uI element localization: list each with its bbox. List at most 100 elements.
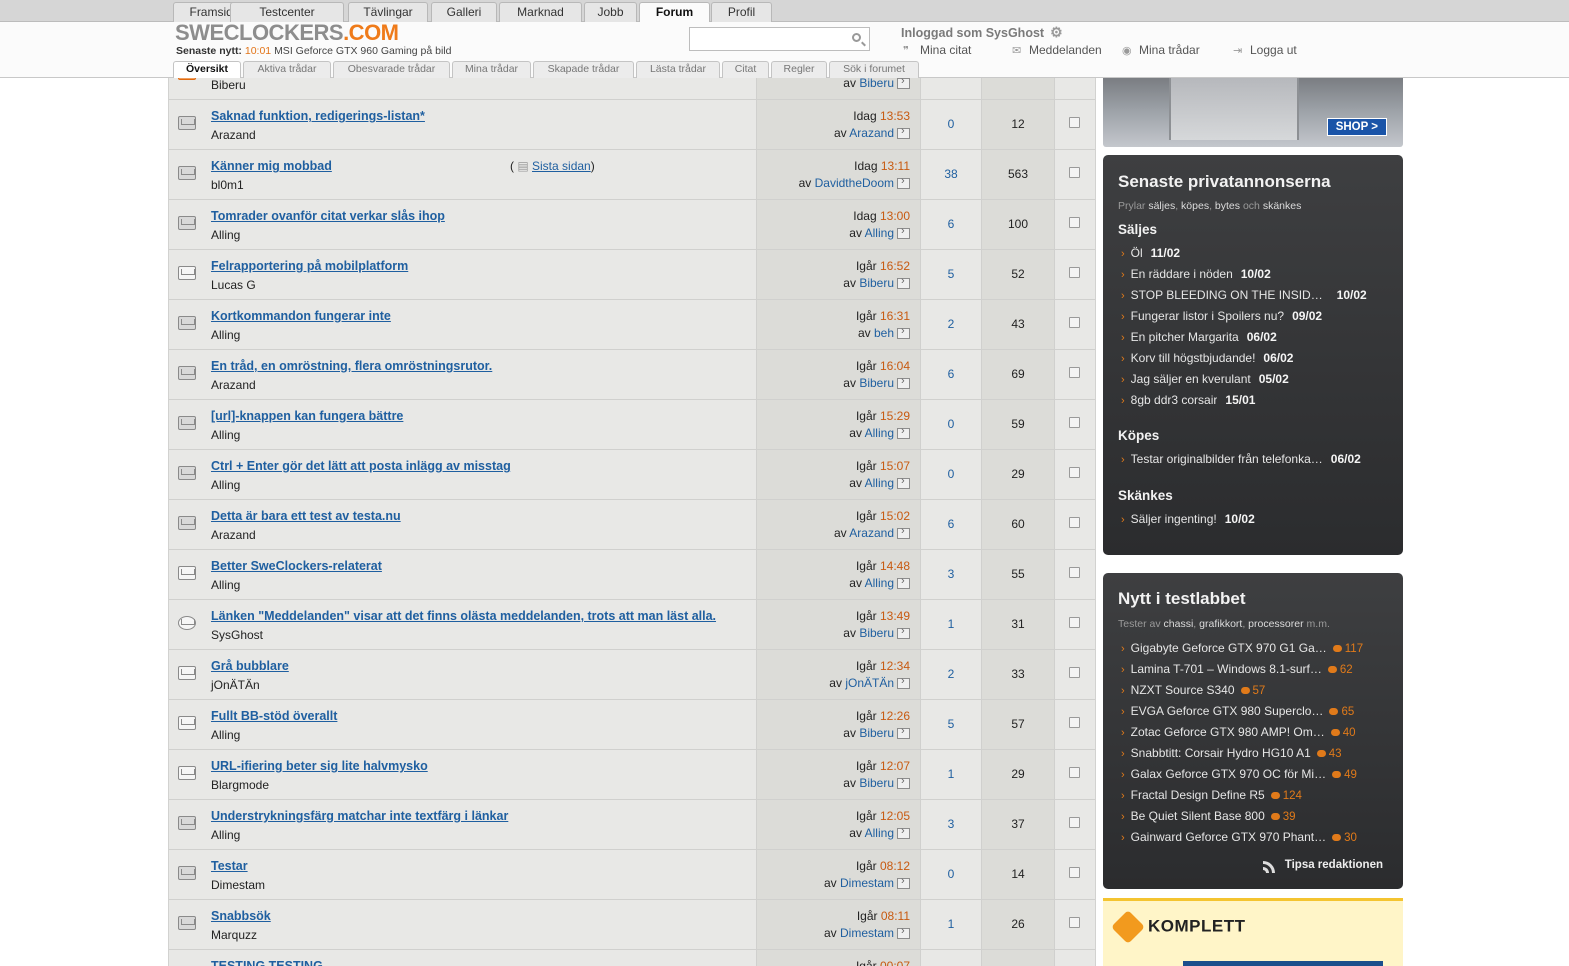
last-post-author-link[interactable]: Dimestam (840, 876, 894, 890)
go-to-last-post-icon[interactable] (897, 825, 910, 839)
last-page-link[interactable]: Sista sidan (532, 159, 591, 173)
replies-link[interactable]: 2 (948, 317, 955, 331)
thread-author[interactable]: Alling (211, 228, 240, 242)
thread-select-checkbox[interactable] (1069, 367, 1080, 378)
top-nav-tab-2[interactable]: Tävlingar (348, 2, 428, 22)
review-item[interactable]: › Snabbtitt: Corsair Hydro HG10 A1 43 (1121, 746, 1342, 760)
thread-title-link[interactable]: Grå bubblare (211, 659, 289, 673)
thread-select-checkbox[interactable] (1069, 167, 1080, 178)
thread-title-link[interactable]: Kortkommandon fungerar inte (211, 309, 391, 323)
classified-title[interactable]: Fungerar listor i Spoilers nu? (1131, 309, 1284, 323)
classified-title[interactable]: 8gb ddr3 corsair (1131, 393, 1218, 407)
classified-title[interactable]: Öl (1131, 246, 1143, 260)
thread-title-link[interactable]: Saknad funktion, redigerings-listan* (211, 109, 425, 123)
go-to-last-post-icon[interactable] (897, 425, 910, 439)
replies-link[interactable]: 0 (948, 867, 955, 881)
thread-title-link[interactable]: Känner mig mobbad (211, 159, 332, 173)
replies-link[interactable]: 0 (948, 117, 955, 131)
replies-link[interactable]: 5 (948, 267, 955, 281)
thread-select-checkbox[interactable] (1069, 267, 1080, 278)
thread-author[interactable]: bl0m1 (211, 178, 244, 192)
thread-author[interactable]: Alling (211, 828, 240, 842)
review-item[interactable]: › Gigabyte Geforce GTX 970 G1 Ga… 117 (1121, 641, 1363, 655)
thread-select-checkbox[interactable] (1069, 617, 1080, 628)
review-title[interactable]: Galax Geforce GTX 970 OC för Mi… (1131, 767, 1326, 781)
forum-tab-0[interactable]: Översikt (173, 61, 241, 78)
go-to-last-post-icon[interactable] (897, 475, 910, 489)
tip-editors-link[interactable]: Tipsa redaktionen (1262, 857, 1383, 873)
last-post-author-link[interactable]: DavidtheDoom (815, 176, 894, 190)
replies-link[interactable]: 2 (948, 667, 955, 681)
thread-title-link[interactable]: Tomrader ovanför citat verkar slås ihop (211, 209, 445, 223)
thread-select-checkbox[interactable] (1069, 217, 1080, 228)
classified-item[interactable]: › En pitcher Margarita 06/02 (1121, 330, 1277, 344)
replies-link[interactable]: 0 (948, 417, 955, 431)
go-to-last-post-icon[interactable] (897, 125, 910, 139)
replies-link[interactable]: 3 (948, 817, 955, 831)
filter-chassi-link[interactable]: chassi (1164, 618, 1194, 630)
top-nav-tab-7[interactable]: Profil (711, 2, 772, 22)
review-title[interactable]: Gainward Geforce GTX 970 Phant… (1131, 830, 1326, 844)
classified-item[interactable]: › Testar originalbilder från telefonka… 06… (1121, 452, 1361, 466)
thread-author[interactable]: Alling (211, 328, 240, 342)
forum-tab-7[interactable]: Regler (771, 61, 827, 78)
replies-link[interactable]: 3 (948, 567, 955, 581)
last-post-author-link[interactable]: Alling (865, 476, 894, 490)
forum-tab-6[interactable]: Citat (722, 61, 769, 78)
review-title[interactable]: Be Quiet Silent Base 800 (1131, 809, 1265, 823)
shop-ad[interactable]: SHOP > (1103, 78, 1403, 147)
replies-link[interactable]: 6 (948, 367, 955, 381)
forum-tab-4[interactable]: Skapade trådar (533, 61, 634, 78)
replies-link[interactable]: 5 (948, 717, 955, 731)
review-title[interactable]: NZXT Source S340 (1131, 683, 1235, 697)
thread-title-link[interactable]: Detta är bara ett test av testa.nu (211, 509, 401, 523)
thread-select-checkbox[interactable] (1069, 517, 1080, 528)
site-logo[interactable]: SWECLOCKERS.COM (175, 20, 399, 46)
review-title[interactable]: Fractal Design Define R5 (1131, 788, 1265, 802)
filter-grafikkort-link[interactable]: grafikkort (1199, 618, 1242, 630)
filter-skankes-link[interactable]: skänkes (1263, 200, 1302, 212)
last-post-author-link[interactable]: Alling (865, 576, 894, 590)
thread-author[interactable]: Blargmode (211, 778, 269, 792)
last-post-author-link[interactable]: Biberu (859, 726, 894, 740)
thread-title-link[interactable]: Fullt BB-stöd överallt (211, 709, 337, 723)
review-title[interactable]: EVGA Geforce GTX 980 Superclo… (1131, 704, 1324, 718)
go-to-last-post-icon[interactable] (897, 675, 910, 689)
messages-link[interactable]: ✉ Meddelanden (1012, 43, 1102, 57)
forum-tab-1[interactable]: Aktiva trådar (243, 61, 331, 78)
thread-title-link[interactable]: TESTING TESTING (211, 959, 323, 966)
review-title[interactable]: Lamina T-701 – Windows 8.1-surf… (1131, 662, 1322, 676)
go-to-last-post-icon[interactable] (897, 175, 910, 189)
thread-author[interactable]: Dimestam (211, 878, 265, 892)
thread-select-checkbox[interactable] (1069, 317, 1080, 328)
last-post-author-link[interactable]: Dimestam (840, 926, 894, 940)
thread-author[interactable]: Alling (211, 478, 240, 492)
review-item[interactable]: › Lamina T-701 – Windows 8.1-surf… 62 (1121, 662, 1353, 676)
review-title[interactable]: Gigabyte Geforce GTX 970 G1 Ga… (1131, 641, 1327, 655)
thread-author[interactable]: Arazand (211, 378, 256, 392)
filter-kopes-link[interactable]: köpes (1181, 200, 1209, 212)
thread-title-link[interactable]: [url]-knappen kan fungera bättre (211, 409, 403, 423)
top-nav-tab-5[interactable]: Jobb (584, 2, 637, 22)
go-to-last-post-icon[interactable] (897, 225, 910, 239)
classified-item[interactable]: › 8gb ddr3 corsair 15/01 (1121, 393, 1255, 407)
top-nav-tab-6[interactable]: Forum (639, 2, 710, 23)
classified-title[interactable]: En pitcher Margarita (1131, 330, 1239, 344)
thread-select-checkbox[interactable] (1069, 867, 1080, 878)
go-to-last-post-icon[interactable] (897, 875, 910, 889)
go-to-last-post-icon[interactable] (897, 525, 910, 539)
replies-link[interactable]: 38 (944, 167, 957, 181)
go-to-last-post-icon[interactable] (897, 575, 910, 589)
thread-author[interactable]: SysGhost (211, 628, 263, 642)
classified-item[interactable]: › En räddare i nöden 10/02 (1121, 267, 1271, 281)
review-title[interactable]: Snabbtitt: Corsair Hydro HG10 A1 (1131, 746, 1311, 760)
classified-item[interactable]: › Öl 11/02 (1121, 246, 1180, 260)
last-post-author-link[interactable]: Arazand (849, 126, 894, 140)
go-to-last-post-icon[interactable] (897, 925, 910, 939)
my-threads-link[interactable]: ◉ Mina trådar (1122, 43, 1200, 57)
thread-author[interactable]: Arazand (211, 528, 256, 542)
thread-select-checkbox[interactable] (1069, 767, 1080, 778)
review-item[interactable]: › NZXT Source S340 57 (1121, 683, 1265, 697)
thread-author[interactable]: jOnÄTÄn (211, 678, 260, 692)
thread-select-checkbox[interactable] (1069, 667, 1080, 678)
